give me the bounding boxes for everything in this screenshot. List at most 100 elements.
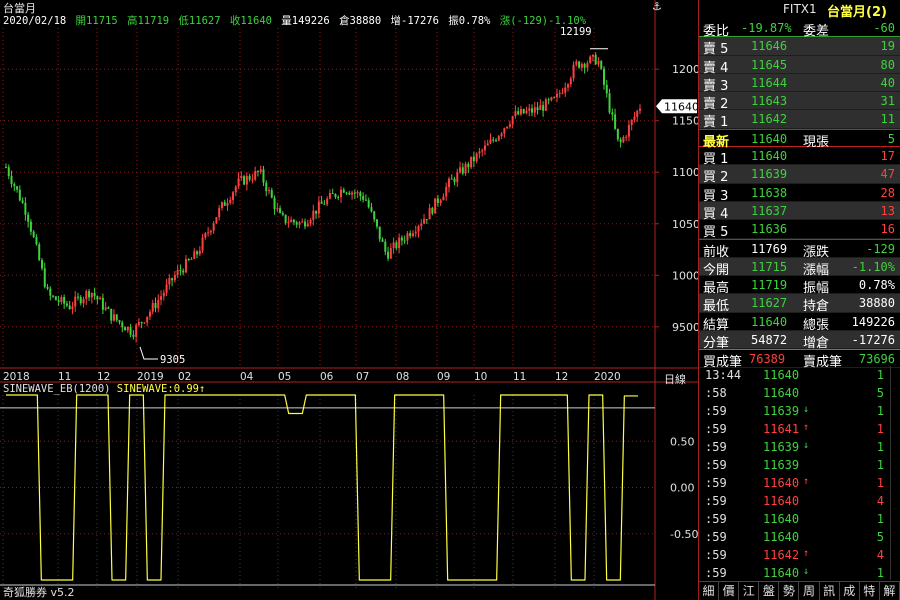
tab-盤[interactable]: 盤 [759, 582, 780, 600]
candle-body [470, 156, 473, 168]
candle-body [436, 198, 439, 204]
x-tick-label: 2019 [137, 371, 164, 383]
order-ratio-row: 委比 -19.87% 委差 -60 [699, 19, 900, 39]
low-marker-label: 9305 [160, 354, 185, 366]
stat-label: 最高 [703, 281, 730, 297]
candle-body [10, 176, 13, 185]
tab-特[interactable]: 特 [860, 582, 880, 600]
tick-list[interactable]: 13:44 11640 1:58 11640 5:59 11639 ↓ 1:59 11641 ↑ 1… [699, 366, 900, 582]
tab-江[interactable]: 江 [739, 582, 760, 600]
anchor-icon[interactable]: ⚓ [652, 0, 662, 13]
stat-value: -17276 [851, 333, 895, 348]
tick-time: :59 [705, 440, 727, 454]
candle-body [193, 251, 196, 259]
tick-scrollbar[interactable] [890, 366, 900, 580]
candle-body [251, 179, 254, 181]
y-tick-label: 9500 [672, 321, 698, 334]
ask-qty: 11 [880, 112, 895, 127]
low-marker-line [139, 346, 158, 360]
stat-value: 38880 [858, 296, 895, 311]
price-chart[interactable]: 9500 10000 10500 11000 11500 12000 2018 11 12 201… [0, 0, 698, 600]
period-label[interactable]: 日線 [664, 371, 686, 387]
stat-value: -1.10% [851, 259, 895, 274]
candle-body [420, 223, 423, 227]
candle-body [536, 107, 539, 111]
candle-body [49, 288, 52, 296]
stat-value: 11719 [751, 278, 788, 293]
tab-價[interactable]: 價 [719, 582, 740, 600]
x-tick-label: 10 [474, 371, 487, 383]
candle-body [572, 64, 575, 79]
candle-body [483, 145, 486, 151]
candle-body [68, 305, 71, 309]
candle-body [586, 63, 589, 68]
stat-value: 11627 [751, 296, 788, 311]
candle-body [472, 156, 475, 162]
candle-body [18, 189, 21, 201]
tick-price: 11639 [763, 458, 800, 472]
tab-解[interactable]: 解 [880, 582, 900, 600]
ask-price: 11643 [751, 94, 788, 109]
candle-body [220, 202, 223, 209]
trade-count-row: 買成筆 76389 賣成筆 73696 [699, 349, 900, 370]
candle-body [320, 201, 323, 204]
osc-y-tick-label: 0.00 [670, 482, 695, 495]
ask-level: 賣 3 11644 40 [699, 73, 900, 94]
candle-body [135, 325, 138, 337]
candle-body [76, 296, 79, 298]
ask-book: 賣 5 11646 19 賣 4 11645 80 賣 3 11644 40 賣 2 11643 31… [699, 37, 900, 131]
header-high: 高11719 [126, 15, 170, 27]
candle-body [204, 233, 207, 238]
ratio-label: 委比 [703, 24, 730, 39]
ask-price: 11642 [751, 112, 788, 127]
candle-body [115, 314, 118, 321]
stat-row: 最高 11719 振幅 0.78% [699, 276, 900, 297]
stat-label: 振幅 [803, 281, 830, 297]
bid-level: 買 5 11636 16 [699, 220, 900, 240]
stat-row: 前收 11769 漲跌 -129 [699, 240, 900, 260]
tick-qty: 1 [876, 512, 884, 526]
candle-body [362, 196, 365, 200]
tab-細[interactable]: 細 [699, 582, 720, 600]
candle-body [74, 296, 77, 307]
candle-body [298, 222, 301, 225]
tick-time: :59 [705, 512, 727, 526]
candle-body [461, 167, 464, 174]
x-tick-label: 12 [555, 371, 568, 383]
candle-body [207, 232, 210, 234]
ask-level: 賣 5 11646 19 [699, 37, 900, 57]
quote-panel: FITX1 台當月(2) 委比 -19.87% 委差 -60 賣 5 11646 1… [698, 0, 900, 600]
candle-body [212, 223, 215, 231]
tick-qty: 1 [876, 566, 884, 580]
buy-count: 76389 [749, 352, 786, 367]
tab-訊[interactable]: 訊 [820, 582, 840, 600]
candle-body [464, 163, 467, 174]
tab-成[interactable]: 成 [840, 582, 860, 600]
diff-label: 委差 [803, 24, 830, 39]
chart-canvas[interactable]: 9500 10000 10500 11000 11500 12000 2018 11 12 201… [0, 0, 698, 600]
candle-body [373, 211, 376, 220]
bid-level: 買 2 11639 47 [699, 165, 900, 185]
tick-time: :59 [705, 548, 727, 562]
candle-body [353, 192, 356, 194]
candle-body [93, 292, 96, 297]
candle-body [406, 233, 409, 241]
ask-label: 賣 1 [703, 115, 729, 131]
candle-body [5, 167, 7, 169]
symbol-name[interactable]: 台當月(2) [827, 1, 887, 20]
x-tick-label: 12 [97, 371, 110, 383]
candle-body [351, 192, 354, 195]
tab-勢[interactable]: 勢 [779, 582, 800, 600]
candle-body [273, 197, 276, 210]
candle-body [176, 269, 179, 275]
tab-周[interactable]: 周 [799, 582, 820, 600]
tick-time: :58 [705, 386, 727, 400]
oscillator-header: SINEWAVE_EB(1200) SINEWAVE:0.99↑ [3, 383, 205, 395]
candle-body [425, 219, 428, 221]
oscillator-value: SINEWAVE:0.99 [116, 383, 199, 395]
candle-body [381, 239, 384, 242]
stat-label: 持倉 [803, 299, 830, 315]
stat-label: 漲跌 [803, 244, 830, 260]
stat-value: 149226 [851, 314, 895, 329]
x-tick-label: 08 [396, 371, 409, 383]
